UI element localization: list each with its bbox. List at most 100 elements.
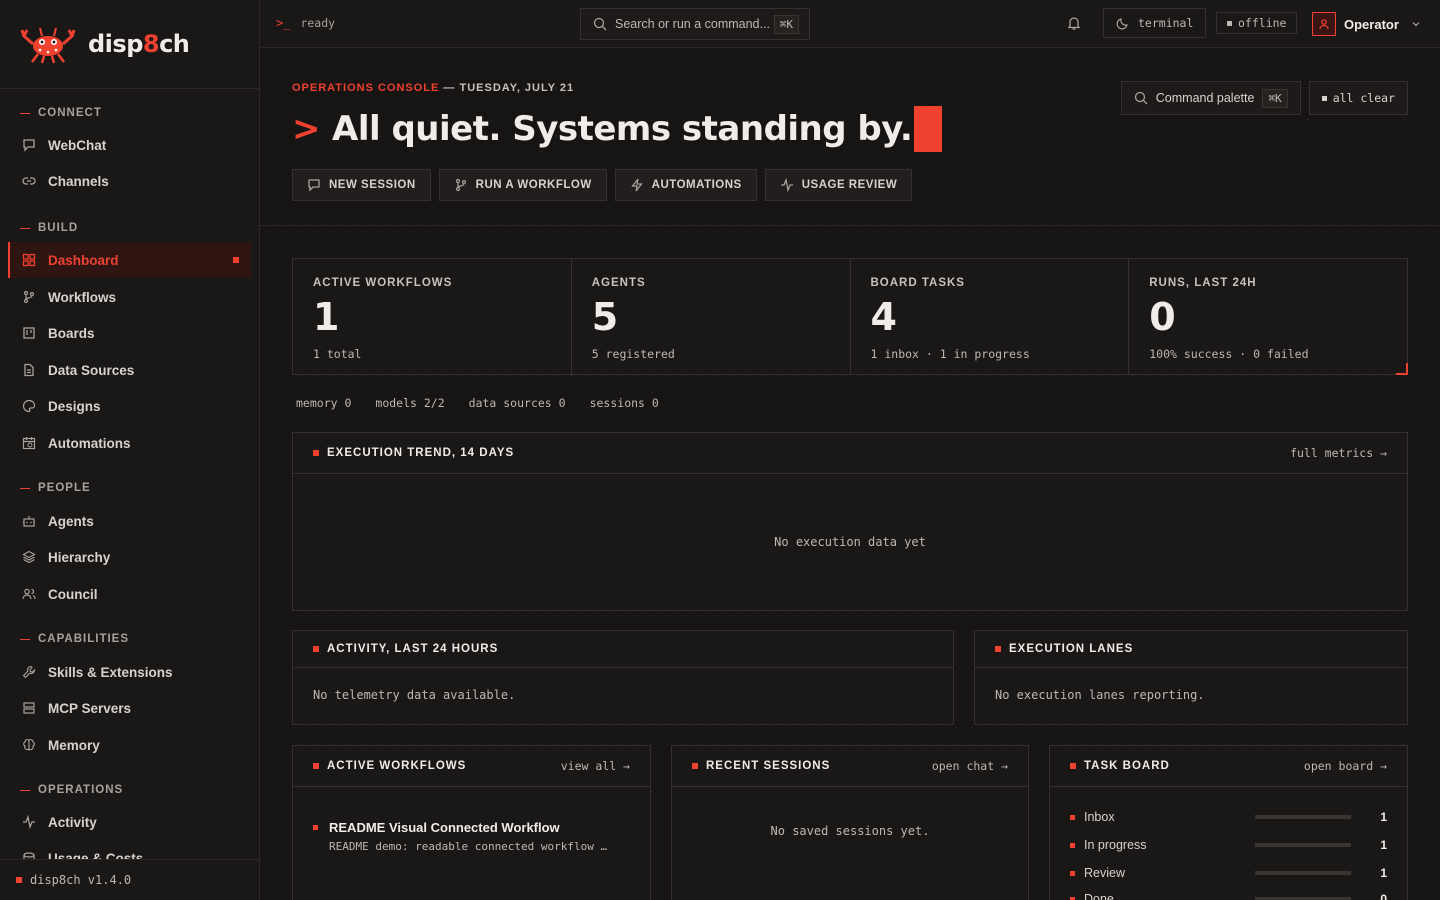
page-title: > All quiet. Systems standing by. <box>292 106 943 152</box>
sidebar-item-webchat[interactable]: WebChat <box>8 127 251 163</box>
new-session-button[interactable]: NEW SESSION <box>292 169 431 201</box>
coins-icon <box>22 851 36 859</box>
stat-sub: 5 registered <box>591 347 675 361</box>
metric-models: models 2/2 <box>375 396 445 410</box>
sidebar-item-hierarchy[interactable]: Hierarchy <box>8 539 251 575</box>
corner-accent <box>1396 363 1408 375</box>
chat-icon <box>307 178 321 192</box>
theme-toggle[interactable]: terminal <box>1103 8 1207 38</box>
sidebar-item-automations[interactable]: Automations <box>8 425 251 461</box>
user-icon <box>1319 19 1329 30</box>
link-icon <box>22 174 36 188</box>
panel-title: TASK BOARD <box>1070 760 1170 772</box>
search-icon <box>1134 91 1148 105</box>
brand[interactable]: disp8ch <box>0 0 259 89</box>
sidebar-item-data-sources[interactable]: Data Sources <box>8 352 251 388</box>
sidebar-item-council[interactable]: Council <box>8 576 251 612</box>
nav-section-operations: OPERATIONS <box>20 784 123 796</box>
layers-icon <box>22 550 36 564</box>
sidebar-item-memory[interactable]: Memory <box>8 727 251 763</box>
version-label: disp8ch v1.4.0 <box>0 859 259 900</box>
open-chat-link[interactable]: open chat → <box>932 759 1008 773</box>
panel-title: EXECUTION LANES <box>995 643 1133 655</box>
progress-bar <box>1255 843 1351 847</box>
stat-active-workflows[interactable]: ACTIVE WORKFLOWS 1 1 total <box>293 259 572 374</box>
wrench-icon <box>22 665 36 679</box>
server-icon <box>22 701 36 715</box>
stat-sub: 100% success · 0 failed <box>1149 347 1309 361</box>
task-board-panel: TASK BOARD open board → Inbox 1 In progr… <box>1049 745 1408 900</box>
sidebar-item-usage-costs[interactable]: Usage & Costs <box>8 840 251 859</box>
main-content: OPERATIONS CONSOLE — TUESDAY, JULY 21 > … <box>260 48 1440 900</box>
calendar-clock-icon <box>22 436 36 450</box>
search-input[interactable]: Search or run a command... ⌘K <box>580 8 810 40</box>
chat-icon <box>22 138 36 152</box>
nav-section-capabilities: CAPABILITIES <box>20 633 129 645</box>
bell-icon <box>1067 17 1081 30</box>
sidebar-item-agents[interactable]: Agents <box>8 503 251 539</box>
stat-label: AGENTS <box>591 277 646 289</box>
crab-logo-icon <box>20 27 76 64</box>
sidebar-item-activity[interactable]: Activity <box>8 804 251 840</box>
usage-review-button[interactable]: USAGE REVIEW <box>764 169 913 201</box>
user-menu[interactable]: Operator <box>1312 12 1421 36</box>
board-icon <box>22 326 36 340</box>
automations-button[interactable]: AUTOMATIONS <box>614 169 757 201</box>
nav-section-people: PEOPLE <box>20 482 91 494</box>
sidebar: disp8ch CONNECT WebChat Channels BUILD D… <box>0 0 260 900</box>
status-dot-icon <box>1321 95 1327 101</box>
command-palette-shortcut: ⌘K <box>1262 88 1288 108</box>
nav-section-connect: CONNECT <box>20 107 102 119</box>
workflow-description: README demo: readable connected workflow… <box>329 840 608 853</box>
panel-title: RECENT SESSIONS <box>692 760 830 772</box>
sidebar-item-designs[interactable]: Designs <box>8 388 251 424</box>
page-kicker: OPERATIONS CONSOLE — TUESDAY, JULY 21 <box>292 82 575 94</box>
empty-state: No saved sessions yet. <box>770 824 930 838</box>
empty-state: No execution data yet <box>774 535 926 549</box>
metric-memory: memory 0 <box>296 396 352 410</box>
open-board-link[interactable]: open board → <box>1304 759 1387 773</box>
chevron-down-icon <box>1412 22 1420 27</box>
command-palette-button[interactable]: Command palette ⌘K <box>1120 81 1301 115</box>
full-metrics-link[interactable]: full metrics → <box>1290 446 1387 460</box>
stat-runs-24h[interactable]: RUNS, LAST 24H 0 100% success · 0 failed <box>1129 259 1408 375</box>
sidebar-item-mcp-servers[interactable]: MCP Servers <box>8 690 251 726</box>
active-indicator <box>233 257 239 263</box>
sidebar-item-channels[interactable]: Channels <box>8 163 251 199</box>
all-clear-badge: all clear <box>1308 81 1408 115</box>
task-row-inbox[interactable]: Inbox 1 <box>1070 807 1387 827</box>
stat-sub: 1 total <box>313 347 362 361</box>
terminal-prompt-icon: >_ <box>276 16 291 30</box>
hero-tools: Command palette ⌘K all clear <box>1120 81 1408 115</box>
workflow-list-item[interactable]: README Visual Connected Workflow README … <box>313 820 607 853</box>
sidebar-item-boards[interactable]: Boards <box>8 315 251 351</box>
stat-label: ACTIVE WORKFLOWS <box>313 277 453 289</box>
grid-icon <box>22 253 36 267</box>
progress-bar <box>1255 815 1351 819</box>
task-row-in-progress[interactable]: In progress 1 <box>1070 835 1387 855</box>
status-square-icon <box>16 877 22 883</box>
stat-label: BOARD TASKS <box>870 277 965 289</box>
branch-icon <box>454 178 468 192</box>
stat-board-tasks[interactable]: BOARD TASKS 4 1 inbox · 1 in progress <box>851 259 1130 374</box>
terminal-cursor <box>914 106 943 152</box>
stat-agents[interactable]: AGENTS 5 5 registered <box>572 259 851 374</box>
top-bar: >_ ready Search or run a command... ⌘K t… <box>260 0 1440 48</box>
task-row-review[interactable]: Review 1 <box>1070 863 1387 883</box>
sidebar-item-workflows[interactable]: Workflows <box>8 279 251 315</box>
stat-value: 0 <box>1149 295 1176 339</box>
notifications-button[interactable] <box>1066 15 1082 36</box>
sidebar-item-dashboard[interactable]: Dashboard <box>8 242 251 278</box>
run-workflow-button[interactable]: RUN A WORKFLOW <box>438 169 607 201</box>
sidebar-item-skills-extensions[interactable]: Skills & Extensions <box>8 654 251 690</box>
activity-icon <box>22 815 36 829</box>
view-all-link[interactable]: view all → <box>561 759 630 773</box>
connection-dot-icon <box>1227 20 1232 26</box>
hero: OPERATIONS CONSOLE — TUESDAY, JULY 21 > … <box>260 48 1440 226</box>
task-row-done[interactable]: Done 0 <box>1070 889 1387 900</box>
users-icon <box>22 587 36 601</box>
connection-status-badge: offline <box>1216 12 1298 34</box>
stat-value: 5 <box>591 295 619 339</box>
panel-title: ACTIVE WORKFLOWS <box>313 760 466 772</box>
panel-title: ACTIVITY, LAST 24 HOURS <box>313 643 498 655</box>
